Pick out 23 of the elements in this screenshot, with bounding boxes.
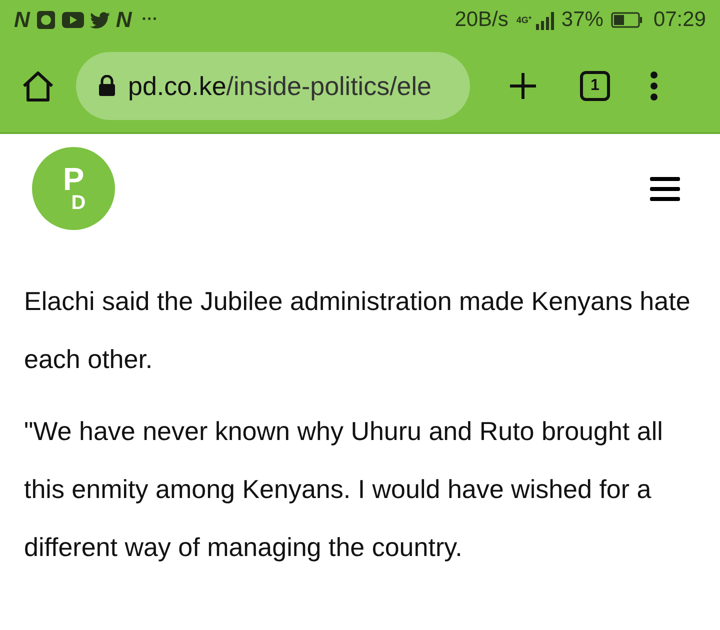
logo-letter: P <box>62 164 84 192</box>
article-paragraph: "We have never known why Uhuru and Ruto brought all this enmity among Kenyans. I would have wished for a different way of managing the country. <box>24 415 664 564</box>
tab-count-button[interactable]: 1 <box>580 71 610 101</box>
clock: 07:29 <box>653 7 706 34</box>
logo-letter: D <box>71 192 86 212</box>
network-speed: 20B/s <box>454 7 508 34</box>
more-icon[interactable] <box>650 71 658 101</box>
url-text: pd.co.ke/inside-politics/ele <box>128 70 432 102</box>
battery-percent: 37% <box>561 7 604 34</box>
article-paragraph: Elachi said the Jubilee administration made Kenyans hate each other. <box>24 285 692 376</box>
notification-letter: N <box>14 9 30 31</box>
address-bar[interactable]: pd.co.ke/inside-politics/ele <box>76 52 470 120</box>
plus-icon[interactable] <box>508 71 538 101</box>
bird-icon <box>90 12 110 28</box>
network-type: 4G⁺ <box>516 16 532 24</box>
lock-icon <box>98 75 116 97</box>
battery-icon <box>611 12 644 28</box>
app-icon <box>36 10 56 30</box>
play-icon <box>62 12 84 28</box>
home-icon[interactable] <box>20 69 56 103</box>
menu-icon[interactable] <box>650 176 680 202</box>
more-notifications: ··· <box>142 10 158 30</box>
notification-letter: N <box>116 9 132 31</box>
